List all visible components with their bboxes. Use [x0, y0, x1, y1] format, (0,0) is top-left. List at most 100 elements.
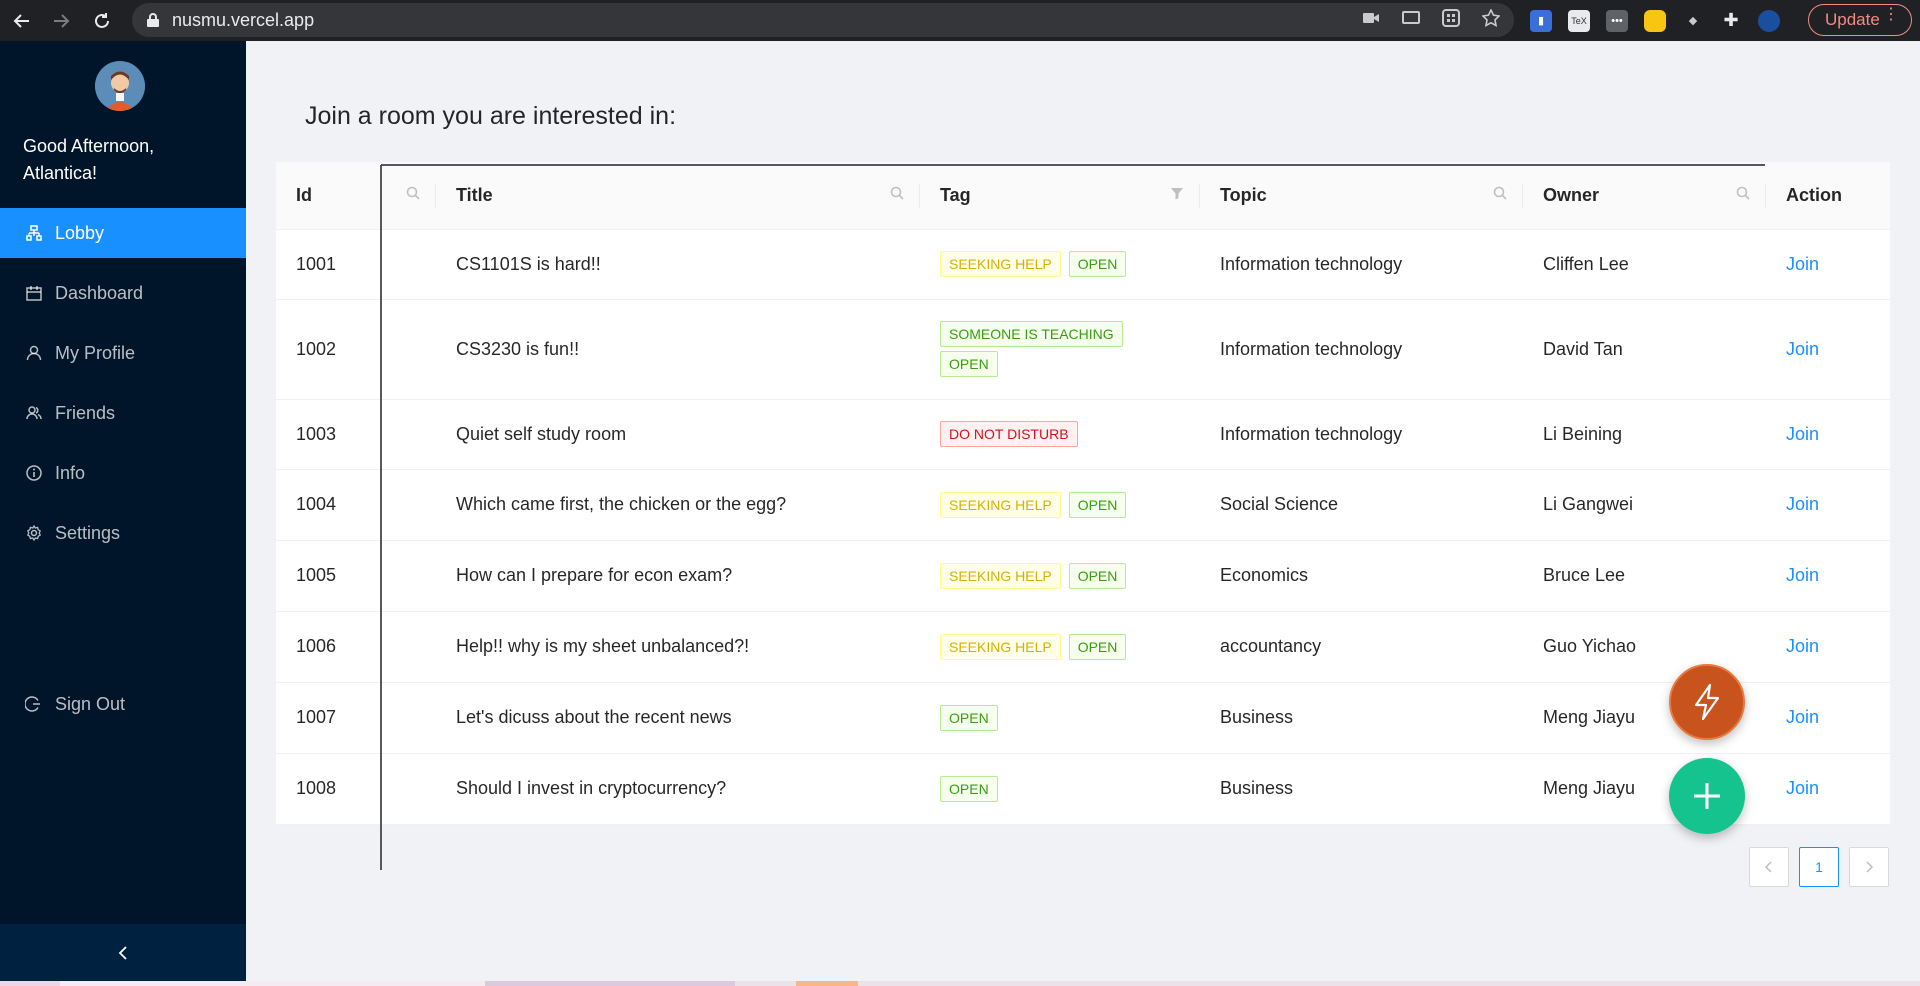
update-button[interactable]: Update ⋮ [1808, 4, 1912, 36]
cell-spacer [381, 299, 436, 400]
avatar[interactable] [95, 61, 145, 111]
sidebar-item-friends[interactable]: Friends [0, 388, 246, 438]
page-title: Join a room you are interested in: [305, 102, 677, 130]
cell-spacer [381, 229, 436, 300]
prev-page-button[interactable] [1749, 847, 1789, 887]
tag-badge: OPEN [1068, 633, 1127, 660]
tag-badge: SEEKING HELP [940, 562, 1061, 589]
column-label: Owner [1543, 184, 1600, 205]
extension-notes-icon[interactable]: ▮ [1530, 9, 1552, 32]
column-header-owner: Owner [1523, 162, 1766, 230]
apps-icon[interactable] [1442, 8, 1460, 32]
search-icon[interactable] [1493, 186, 1507, 200]
cell-spacer [381, 753, 436, 825]
cell-owner: Li Beining [1523, 399, 1766, 470]
join-link[interactable]: Join [1786, 636, 1819, 656]
search-icon[interactable] [1736, 186, 1750, 200]
cell-owner: Cliffen Lee [1523, 229, 1766, 300]
gear-icon [25, 524, 43, 542]
cell-topic: Information technology [1200, 229, 1523, 300]
sidebar-item-info[interactable]: Info [0, 448, 246, 498]
table-header-row: Id Title Tag Topic Owner Action [276, 162, 1890, 230]
sidebar-item-my-profile[interactable]: My Profile [0, 328, 246, 378]
next-page-button[interactable] [1849, 847, 1889, 887]
extension-yellow-icon[interactable] [1644, 9, 1666, 32]
page-1-button[interactable]: 1 [1799, 847, 1839, 887]
cell-topic: Social Science [1200, 469, 1523, 541]
join-link[interactable]: Join [1786, 424, 1819, 444]
cell-tags: DO NOT DISTURB [920, 399, 1200, 470]
calendar-icon [25, 284, 43, 302]
extension-drop-icon[interactable]: ◆ [1682, 10, 1704, 32]
table-row: 1004 Which came first, the chicken or the… [276, 469, 1890, 541]
menu-dots-icon[interactable]: ⋮ [1883, 7, 1899, 23]
cell-spacer [381, 469, 436, 541]
cell-action: Join [1766, 469, 1890, 541]
sign-out-label: Sign Out [55, 693, 126, 714]
table-row: 1003 Quiet self study room DO NOT DISTURB I… [276, 399, 1890, 470]
sign-out-button[interactable]: Sign Out [0, 679, 246, 729]
cell-id: 1008 [276, 753, 381, 825]
sidebar-item-label: Info [55, 462, 86, 483]
tag-badge: OPEN [940, 775, 998, 802]
cell-tags: SEEKING HELP OPEN [920, 611, 1200, 683]
sidebar-item-dashboard[interactable]: Dashboard [0, 268, 246, 318]
column-label: Action [1786, 184, 1842, 205]
sidebar-item-settings[interactable]: Settings [0, 508, 246, 558]
tag-badge: SEEKING HELP [940, 251, 1061, 277]
quick-join-button[interactable] [1669, 664, 1745, 740]
cell-topic: Economics [1200, 540, 1523, 612]
extension-tex-icon[interactable]: TeX [1568, 9, 1590, 32]
extension-dots-icon[interactable]: ••• [1606, 9, 1628, 32]
join-link[interactable]: Join [1786, 707, 1819, 727]
cell-topic: Business [1200, 682, 1523, 754]
greeting-text: Good Afternoon, Atlantica! [23, 136, 155, 183]
cell-title: Help!! why is my sheet unbalanced?! [436, 611, 920, 683]
cell-spacer [381, 682, 436, 754]
filter-icon[interactable] [1170, 186, 1184, 200]
table-row: 1007 Let's dicuss about the recent news OP… [276, 682, 1890, 754]
cell-action: Join [1766, 611, 1890, 683]
page-number: 1 [1815, 859, 1823, 875]
join-link[interactable]: Join [1786, 778, 1819, 798]
tag-badge: OPEN [940, 704, 998, 731]
cell-action: Join [1766, 399, 1890, 470]
table-row: 1001 CS1101S is hard!! SEEKING HELP OPEN Inf… [276, 229, 1890, 300]
forward-icon[interactable] [41, 0, 81, 41]
cast-icon[interactable] [1402, 10, 1420, 31]
join-link[interactable]: Join [1786, 254, 1819, 274]
search-icon[interactable] [406, 186, 420, 200]
profile-avatar-icon[interactable] [1758, 9, 1780, 32]
column-header-tag: Tag [920, 162, 1200, 230]
search-icon[interactable] [890, 186, 904, 200]
cell-topic: Information technology [1200, 299, 1523, 400]
table-row: 1005 How can I prepare for econ exam? SEEK… [276, 540, 1890, 612]
overlay-line-horizontal [381, 164, 1765, 166]
column-header-action: Action [1766, 162, 1890, 230]
cell-owner: Li Gangwei [1523, 469, 1766, 541]
reload-icon[interactable] [82, 0, 122, 41]
join-link[interactable]: Join [1786, 339, 1819, 359]
star-icon[interactable] [1481, 7, 1501, 32]
cell-spacer [381, 540, 436, 612]
logout-icon [25, 695, 43, 713]
create-room-button[interactable] [1669, 758, 1745, 834]
table-row: 1006 Help!! why is my sheet unbalanced?! S… [276, 611, 1890, 683]
cell-title: Quiet self study room [436, 399, 920, 470]
extensions-puzzle-icon[interactable]: ✚ [1720, 10, 1742, 32]
cell-tags: SOMEONE IS TEACHING OPEN [920, 299, 1200, 400]
cell-title: CS1101S is hard!! [436, 229, 920, 300]
cell-id: 1001 [276, 229, 381, 300]
address-bar[interactable]: nusmu.vercel.app [132, 3, 1514, 37]
join-link[interactable]: Join [1786, 565, 1819, 585]
sidebar-collapse-button[interactable] [0, 924, 246, 986]
back-icon[interactable] [2, 0, 42, 41]
camera-icon[interactable] [1362, 11, 1380, 30]
tag-badge: OPEN [940, 351, 998, 377]
cell-title: Which came first, the chicken or the egg… [436, 469, 920, 541]
join-link[interactable]: Join [1786, 494, 1819, 514]
sidebar-item-lobby[interactable]: Lobby [0, 208, 246, 258]
sidebar-item-label: Lobby [55, 222, 105, 243]
sidebar-item-label: Dashboard [55, 282, 144, 303]
plus-icon [1694, 783, 1720, 809]
